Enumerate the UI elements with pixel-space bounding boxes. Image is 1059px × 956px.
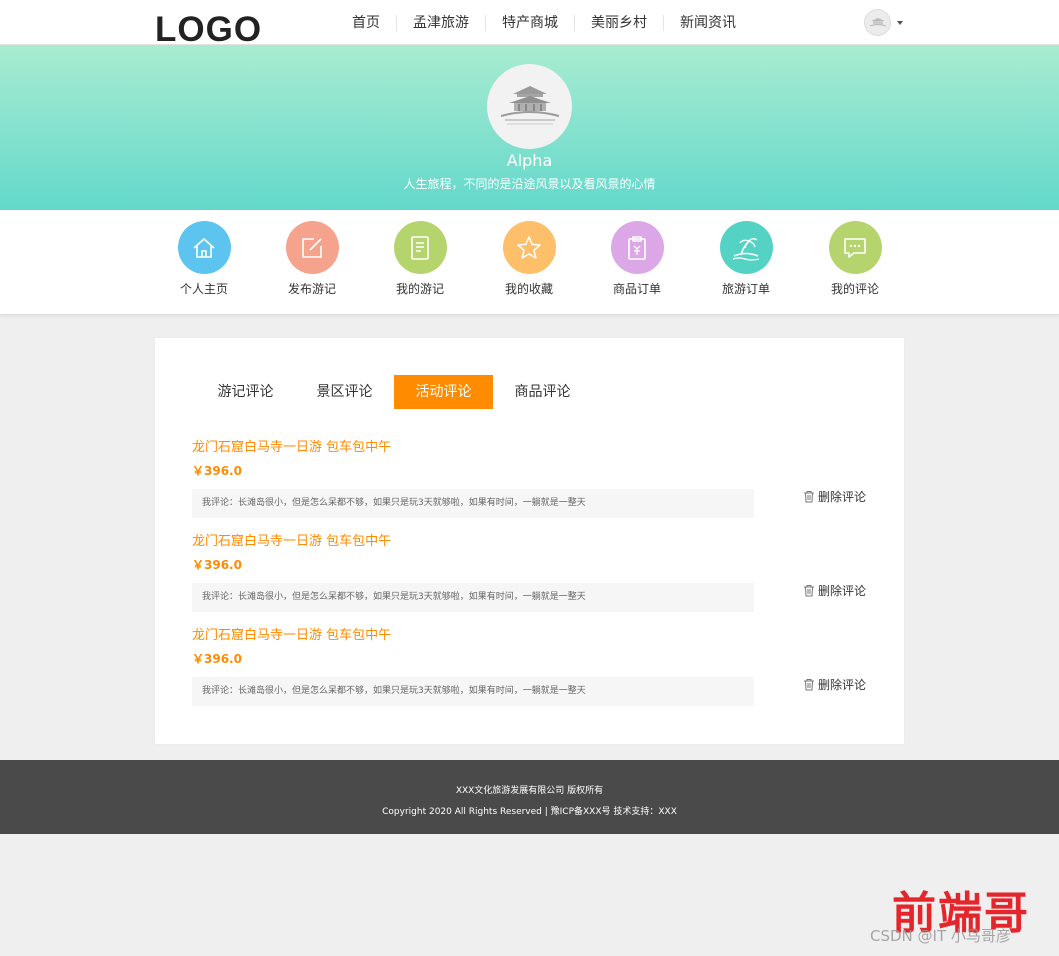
delete-comment-button[interactable]: 删除评论 [803,582,866,599]
pavilion-icon [869,17,886,27]
comment-item-title[interactable]: 龙门石窟白马寺一日游 包车包中午 [192,439,882,457]
comment-item-title[interactable]: 龙门石窟白马寺一日游 包车包中午 [192,627,882,645]
nav-item-village[interactable]: 美丽乡村 [574,14,663,31]
document-icon-circle [393,221,447,274]
nav-item-travel[interactable]: 孟津旅游 [396,14,485,31]
document-icon [411,235,429,260]
menu-label: 发布游记 [287,282,336,296]
profile-name: Alpha [506,151,553,170]
menu-label: 我的评论 [830,282,879,296]
menu-label: 个人主页 [179,282,228,296]
tab-product-comments[interactable]: 商品评论 [493,375,592,409]
chat-bubble-icon-circle [828,221,882,274]
menu-item-product-orders[interactable]: 商品订单 [597,221,677,297]
nav-item-news[interactable]: 新闻资讯 [663,14,752,31]
profile-banner: Alpha 人生旅程，不同的是沿途风景以及看风景的心情 [0,45,1059,210]
comment-item-title[interactable]: 龙门石窟白马寺一日游 包车包中午 [192,533,882,551]
avatar[interactable] [864,9,891,36]
star-icon [517,235,541,259]
user-menu[interactable] [864,9,903,36]
comment-item-price: ￥396.0 [192,652,242,666]
tab-travel-comments[interactable]: 游记评论 [196,375,295,409]
list-item: 龙门石窟白马寺一日游 包车包中午 ￥396.0 我评论：长滩岛很小，但是怎么呆都… [192,439,882,518]
edit-icon [302,237,322,258]
comment-text: 我评论：长滩岛很小，但是怎么呆都不够，如果只是玩3天就够啦，如果有时间，一躺就是… [192,677,754,706]
footer-copyright: Copyright 2020 All Rights Reserved | 豫IC… [382,807,677,817]
comment-item-price: ￥396.0 [192,558,242,572]
main-nav: 首页 孟津旅游 特产商城 美丽乡村 新闻资讯 [336,0,752,45]
footer-company: XXX文化旅游发展有限公司 版权所有 [455,786,604,796]
pavilion-icon [500,85,559,124]
delete-comment-label: 删除评论 [818,678,867,692]
chat-bubble-icon [844,237,866,258]
comment-text: 我评论：长滩岛很小，但是怎么呆都不够，如果只是玩3天就够啦，如果有时间，一躺就是… [192,583,754,612]
site-logo[interactable]: LOGO [155,10,262,50]
trash-icon [804,679,814,691]
home-icon [193,237,215,258]
tab-activity-comments[interactable]: 活动评论 [394,375,493,409]
tab-scenic-comments[interactable]: 景区评论 [295,375,394,409]
home-icon-circle [177,221,231,274]
site-footer: XXX文化旅游发展有限公司 版权所有 Copyright 2020 All Ri… [0,760,1059,834]
user-center-menu: 个人主页 发布游记 我的游记 我的收藏 商品订单 旅游订单 我的评论 [0,210,1059,315]
delete-comment-label: 删除评论 [818,490,867,504]
star-icon-circle [502,221,556,274]
comment-text: 我评论：长滩岛很小，但是怎么呆都不够，如果只是玩3天就够啦，如果有时间，一躺就是… [192,489,754,518]
menu-item-travel-orders[interactable]: 旅游订单 [706,221,786,297]
comment-tabs: 游记评论 景区评论 活动评论 商品评论 [196,375,592,409]
list-item: 龙门石窟白马寺一日游 包车包中午 ￥396.0 我评论：长滩岛很小，但是怎么呆都… [192,627,882,706]
comments-card: 游记评论 景区评论 活动评论 商品评论 龙门石窟白马寺一日游 包车包中午 ￥39… [155,338,904,744]
menu-label: 我的收藏 [504,282,553,296]
trash-icon [804,585,814,597]
watermark-credit: CSDN @IT 小马哥彦 [870,927,1011,945]
beach-island-icon [732,237,760,261]
menu-item-post-travel[interactable]: 发布游记 [272,221,352,297]
delete-comment-label: 删除评论 [818,584,867,598]
menu-item-favorites[interactable]: 我的收藏 [489,221,569,297]
beach-island-icon-circle [719,221,773,274]
clipboard-yen-icon [628,235,646,260]
comment-item-price: ￥396.0 [192,464,242,478]
menu-item-my-travel[interactable]: 我的游记 [380,221,460,297]
nav-item-home[interactable]: 首页 [336,15,396,31]
profile-motto: 人生旅程，不同的是沿途风景以及看风景的心情 [403,177,656,191]
chevron-down-icon[interactable] [897,20,903,25]
menu-label: 旅游订单 [721,282,770,296]
menu-item-my-comments[interactable]: 我的评论 [815,221,895,297]
nav-item-mall[interactable]: 特产商城 [485,14,574,31]
menu-label: 商品订单 [612,282,661,296]
profile-avatar[interactable] [487,64,572,149]
menu-label: 我的游记 [395,282,444,296]
trash-icon [804,491,814,503]
delete-comment-button[interactable]: 删除评论 [803,488,866,505]
menu-item-homepage[interactable]: 个人主页 [164,221,244,297]
list-item: 龙门石窟白马寺一日游 包车包中午 ￥396.0 我评论：长滩岛很小，但是怎么呆都… [192,533,882,612]
delete-comment-button[interactable]: 删除评论 [803,676,866,693]
edit-icon-circle [285,221,339,274]
clipboard-yen-icon-circle [610,221,664,274]
top-header: LOGO 首页 孟津旅游 特产商城 美丽乡村 新闻资讯 [0,0,1059,49]
